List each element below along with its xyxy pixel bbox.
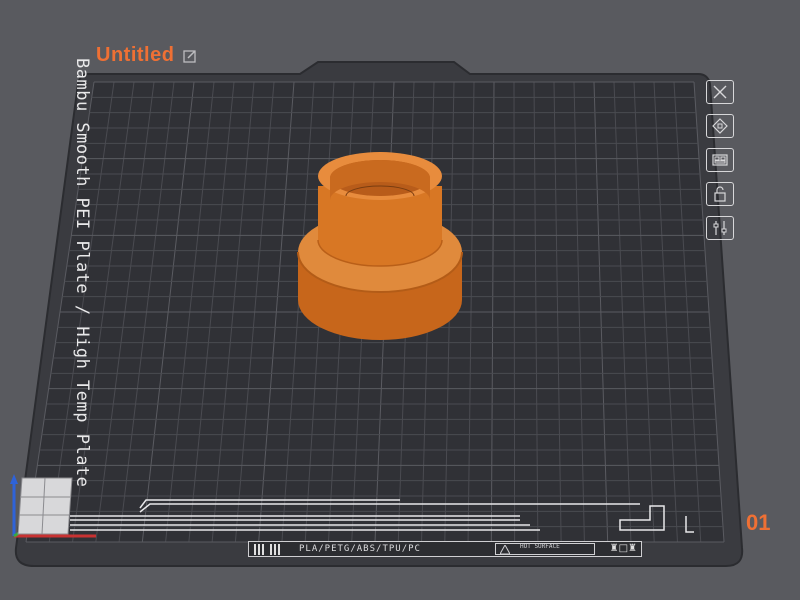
- plate-toolbar: [706, 80, 738, 250]
- arrange-icon: [712, 118, 728, 134]
- plate-settings-button[interactable]: [706, 216, 734, 240]
- delete-plate-button[interactable]: [706, 80, 734, 104]
- edit-icon[interactable]: [182, 48, 198, 64]
- hot-surface-text: HOT SURFACE: [520, 543, 560, 550]
- lock-plate-button[interactable]: [706, 182, 734, 206]
- 3d-model-part[interactable]: [297, 152, 463, 340]
- warning-icon: [500, 545, 510, 554]
- plate-type-label: Bambu Smooth PEI Plate / High Temp Plate: [72, 58, 92, 488]
- arrange-plate-button[interactable]: [706, 114, 734, 138]
- plate-label-strip: PLA/PETG/ABS/TPU/PC HOT SURFACE ♜□♜: [248, 541, 642, 557]
- plate-marker-icons: ♜□♜: [609, 543, 637, 554]
- lock-icon: [714, 186, 726, 202]
- plate-number: 01: [746, 510, 771, 535]
- project-title-group: Untitled: [96, 44, 198, 67]
- hot-surface-warning: HOT SURFACE: [495, 543, 595, 555]
- qr-code-icon: [254, 543, 265, 555]
- orient-icon: [712, 154, 728, 166]
- qr-code-icon-2: [270, 543, 281, 555]
- close-icon: [713, 85, 727, 99]
- orient-plate-button[interactable]: [706, 148, 734, 172]
- project-title[interactable]: Untitled: [96, 44, 174, 67]
- sliders-icon: [713, 221, 727, 235]
- 3d-viewport[interactable]: [0, 0, 800, 600]
- filament-compat-label: PLA/PETG/ABS/TPU/PC: [299, 544, 421, 554]
- origin-block: [17, 477, 73, 535]
